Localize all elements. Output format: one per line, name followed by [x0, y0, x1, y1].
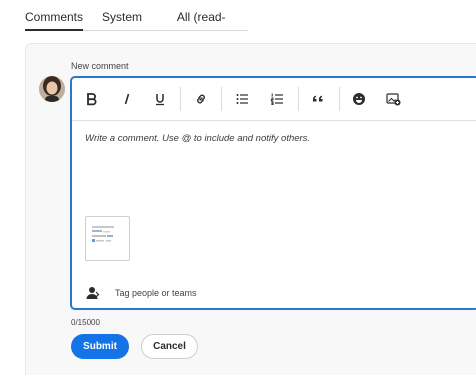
comment-placeholder[interactable]: Write a comment. Use @ to include and no… [85, 133, 310, 144]
comment-editor[interactable]: Write a comment. Use @ to include and no… [70, 76, 476, 310]
new-comment-label: New comment [71, 61, 129, 71]
italic-icon[interactable] [117, 89, 137, 109]
avatar [39, 76, 65, 102]
toolbar-separator [180, 87, 181, 111]
toolbar-separator [298, 87, 299, 111]
tab-bar: Comments System activity All (read-only) [25, 0, 248, 58]
toolbar-separator [339, 87, 340, 111]
tab-all-read-only[interactable]: All (read-only) [177, 0, 229, 58]
character-counter: 0/15000 [71, 318, 100, 327]
quote-icon[interactable] [308, 89, 328, 109]
bullet-list-icon[interactable] [232, 89, 252, 109]
tag-people-icon[interactable] [86, 286, 100, 300]
submit-button[interactable]: Submit [71, 334, 129, 359]
emoji-icon[interactable] [349, 89, 369, 109]
formatting-toolbar [72, 78, 476, 121]
underline-icon[interactable] [150, 89, 170, 109]
tab-system-activity[interactable]: System activity [102, 0, 158, 58]
bold-icon[interactable] [82, 89, 102, 109]
link-icon[interactable] [191, 89, 211, 109]
cancel-button[interactable]: Cancel [141, 334, 198, 359]
toolbar-separator [221, 87, 222, 111]
attachment-thumbnail[interactable] [85, 216, 130, 261]
numbered-list-icon[interactable] [267, 89, 287, 109]
tag-people-label[interactable]: Tag people or teams [115, 288, 197, 298]
add-image-icon[interactable] [383, 89, 403, 109]
comments-view: Comments System activity All (read-only)… [0, 0, 476, 375]
tab-comments[interactable]: Comments [25, 0, 84, 31]
